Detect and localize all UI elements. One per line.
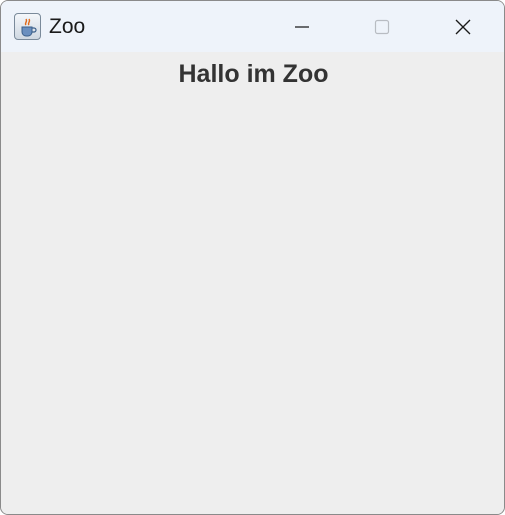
java-coffee-cup-icon[interactable] xyxy=(14,13,41,40)
application-window: Zoo Hallo im Zoo xyxy=(0,0,505,515)
window-title: Zoo xyxy=(49,15,86,38)
close-icon xyxy=(455,19,471,34)
minimize-button[interactable] xyxy=(262,1,342,52)
title-bar[interactable]: Zoo xyxy=(1,1,504,52)
maximize-button[interactable] xyxy=(342,1,422,52)
close-button[interactable] xyxy=(423,1,503,52)
maximize-icon xyxy=(374,19,390,34)
content-panel: Hallo im Zoo xyxy=(1,52,504,514)
page-heading: Hallo im Zoo xyxy=(178,60,329,88)
minimize-icon xyxy=(295,25,309,28)
